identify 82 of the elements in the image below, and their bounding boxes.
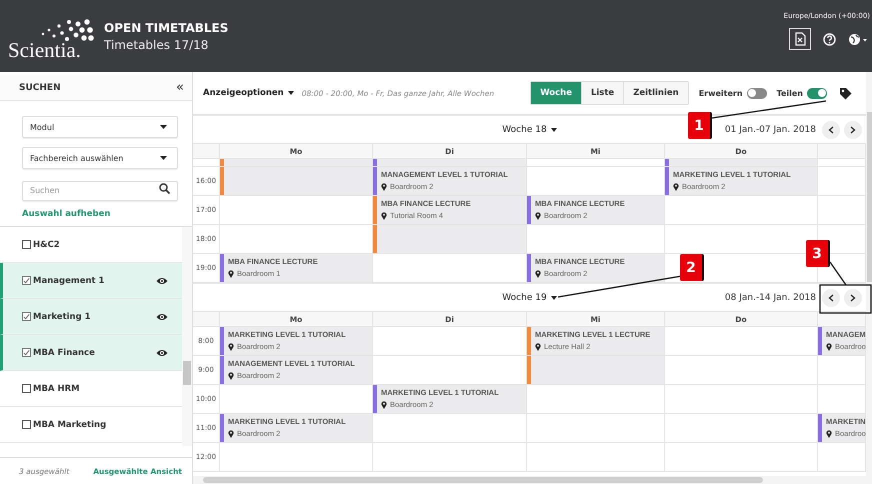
location-pin-icon (381, 182, 387, 190)
location-pin-icon (228, 430, 234, 438)
annotation-badge: 3 (806, 240, 830, 267)
brand-logo: Scientia. (8, 40, 81, 60)
location-pin-icon (673, 182, 679, 190)
checkbox[interactable] (22, 384, 31, 393)
checkbox[interactable] (22, 276, 31, 285)
checkbox[interactable] (22, 312, 31, 321)
caret-icon (550, 296, 557, 300)
module-label: Management 1 (33, 276, 104, 286)
checkbox[interactable] (22, 420, 31, 429)
location-pin-icon (826, 342, 832, 350)
view-tab[interactable]: Zeitlinien (623, 82, 688, 104)
header-cell (818, 143, 866, 159)
location-pin-icon (228, 342, 234, 350)
toggle-switch[interactable] (746, 88, 767, 98)
annotation-badge: 2 (680, 254, 704, 281)
toggle-label: Teilen (776, 88, 803, 98)
previous-week-button[interactable] (822, 288, 840, 306)
search-field[interactable]: Suchen (22, 180, 178, 200)
globe-menu-icon[interactable] (848, 32, 868, 46)
location-pin-icon (535, 212, 541, 220)
date-range: 08 Jan.-14 Jan. 2018 (724, 292, 816, 302)
module-list-item[interactable]: Management 1 (0, 263, 182, 299)
module-label: H&C2 (33, 240, 60, 250)
scrollbar[interactable] (193, 476, 866, 484)
spreadsheet-export-icon[interactable] (789, 28, 811, 50)
scrollbar[interactable] (182, 227, 192, 446)
eye-icon[interactable] (156, 276, 168, 284)
annotation-badge: 1 (688, 112, 712, 139)
clear-selection-link[interactable]: Auswahl aufheben (22, 207, 110, 226)
chevron-left-icon (828, 294, 834, 302)
date-range: 01 Jan.-07 Jan. 2018 (724, 124, 816, 134)
event-card[interactable] (665, 159, 817, 166)
module-list-item[interactable]: MBA Finance (0, 335, 182, 371)
display-options-button[interactable]: Anzeigeoptionen (203, 88, 284, 98)
week-select-button[interactable]: Woche 19 (502, 292, 547, 302)
location-pin-icon (535, 270, 541, 278)
location-pin-icon (228, 372, 234, 380)
module-label: MBA HRM (33, 384, 80, 394)
location-pin-icon (228, 270, 234, 278)
app-subtitle: Timetables 17/18 (104, 38, 208, 52)
event-card[interactable] (373, 159, 526, 166)
caret-icon (160, 156, 167, 160)
view-tab[interactable]: Woche (531, 82, 581, 104)
sidebar-title: SUCHEN (19, 82, 61, 92)
caret-icon (160, 125, 167, 129)
dropdown[interactable]: Fachbereich auswählen (22, 147, 178, 169)
module-list-item[interactable]: Marketing 1 (0, 299, 182, 335)
view-tab[interactable]: Liste (580, 82, 624, 104)
collapse-button[interactable]: « (176, 80, 184, 95)
checkbox[interactable] (22, 348, 31, 357)
logo-dots-icon (40, 18, 96, 44)
location-pin-icon (826, 430, 832, 438)
search-icon[interactable] (159, 182, 170, 194)
chevron-right-icon (850, 294, 856, 302)
location-pin-icon (535, 342, 541, 350)
week-select-button[interactable]: Woche 18 (502, 124, 547, 134)
toggle-label: Erweitern (698, 88, 743, 98)
module-label: MBA Marketing (33, 420, 106, 430)
toggle-switch[interactable] (807, 88, 827, 98)
checkbox[interactable] (22, 240, 31, 249)
module-label: Marketing 1 (33, 312, 91, 322)
eye-icon[interactable] (156, 348, 168, 356)
scrollbar[interactable] (866, 72, 872, 484)
dropdown[interactable]: Modul (22, 116, 178, 138)
location-pin-icon (381, 400, 387, 408)
previous-week-button[interactable] (822, 120, 840, 138)
highlight-frame (819, 284, 872, 314)
next-week-button[interactable] (844, 120, 862, 138)
eye-icon[interactable] (156, 312, 168, 320)
next-week-button[interactable] (844, 288, 862, 306)
caret-icon (288, 91, 294, 95)
help-icon[interactable] (823, 32, 836, 46)
app-title: OPEN TIMETABLES (104, 20, 228, 34)
chevron-left-icon (828, 126, 834, 134)
caret-icon (550, 128, 557, 132)
module-label: MBA Finance (33, 348, 95, 358)
location-pin-icon (381, 212, 387, 220)
tag-icon[interactable] (839, 86, 852, 100)
chevron-right-icon (850, 126, 856, 134)
callout-line (829, 262, 847, 286)
